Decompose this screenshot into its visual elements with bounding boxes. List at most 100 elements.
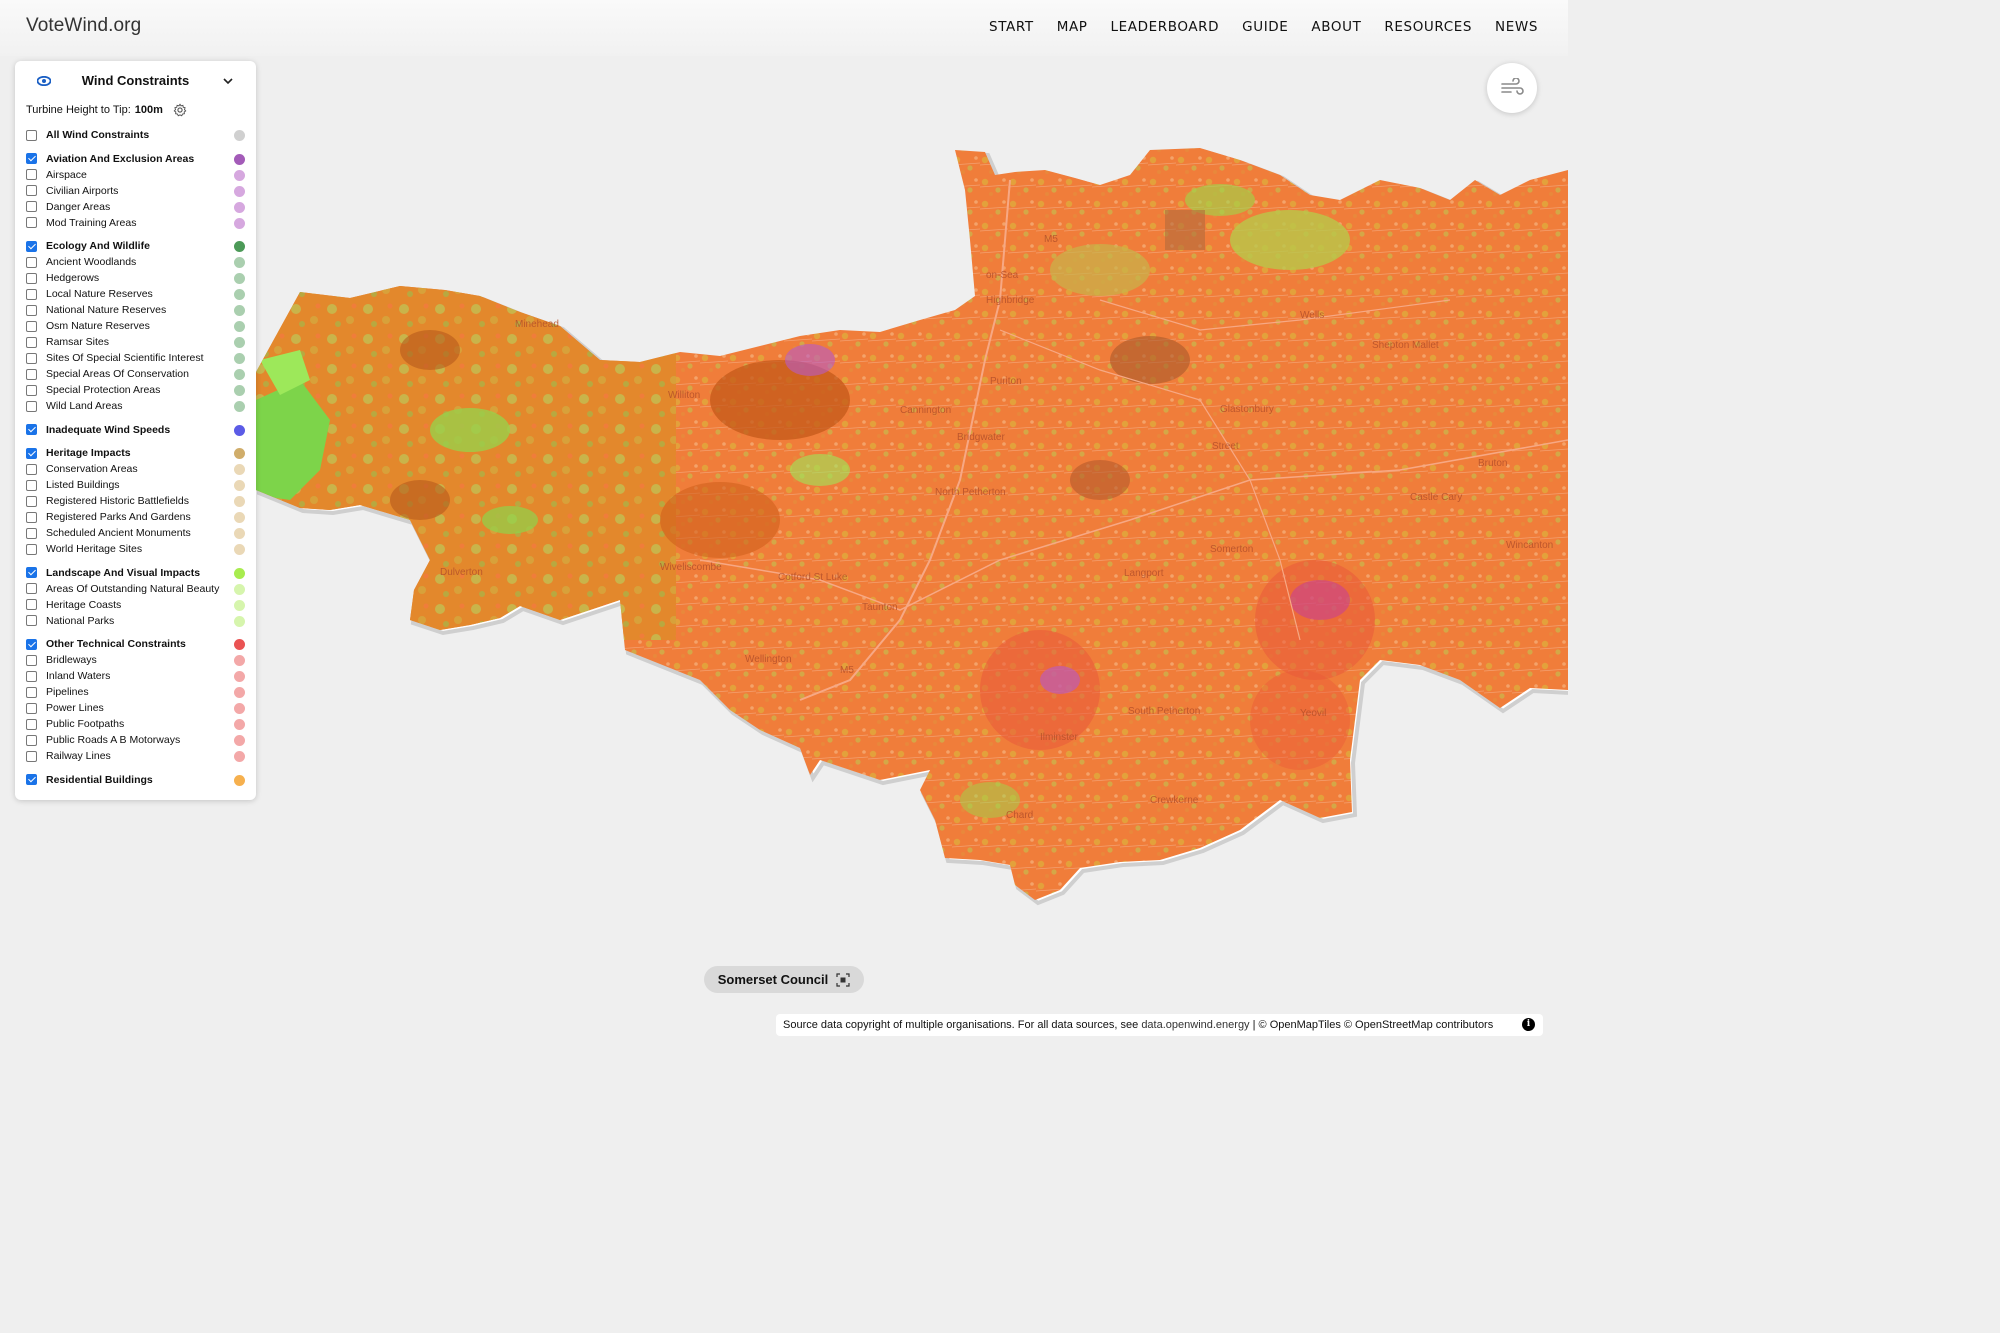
- constraint-checkbox[interactable]: [26, 567, 37, 578]
- constraint-item[interactable]: Railway Lines: [26, 748, 245, 764]
- constraint-checkbox[interactable]: [26, 217, 37, 228]
- constraint-checkbox[interactable]: [26, 638, 37, 650]
- constraint-checkbox[interactable]: [26, 368, 37, 380]
- constraint-checkbox[interactable]: [26, 615, 37, 626]
- constraint-checkbox[interactable]: [26, 734, 37, 746]
- focus-icon[interactable]: [836, 972, 850, 987]
- constraint-item[interactable]: Scheduled Ancient Monuments: [26, 525, 245, 541]
- constraint-item[interactable]: Sites Of Special Scientific Interest: [26, 350, 245, 366]
- constraint-checkbox[interactable]: [26, 153, 37, 164]
- constraint-checkbox[interactable]: [26, 463, 37, 475]
- constraint-checkbox[interactable]: [26, 288, 37, 300]
- nav-news[interactable]: NEWS: [1495, 19, 1538, 35]
- constraint-item[interactable]: National Nature Reserves: [26, 302, 245, 318]
- constraint-group[interactable]: Residential Buildings: [26, 772, 245, 788]
- constraint-checkbox[interactable]: [26, 718, 37, 730]
- wind-layer-button[interactable]: [1487, 63, 1537, 113]
- nav-about[interactable]: ABOUT: [1311, 19, 1361, 35]
- constraint-item[interactable]: Public Footpaths: [26, 716, 245, 732]
- constraint-item[interactable]: Pipelines: [26, 684, 245, 700]
- constraint-checkbox[interactable]: [26, 240, 37, 252]
- constraint-checkbox[interactable]: [26, 774, 37, 785]
- constraint-checkbox[interactable]: [26, 201, 37, 212]
- constraint-group[interactable]: All Wind Constraints: [26, 127, 245, 143]
- constraint-item[interactable]: Registered Historic Battlefields: [26, 493, 245, 509]
- constraint-checkbox[interactable]: [26, 702, 37, 714]
- wind-icon: [1501, 78, 1524, 95]
- constraint-checkbox[interactable]: [26, 599, 37, 610]
- constraint-checkbox[interactable]: [26, 670, 37, 682]
- constraint-checkbox[interactable]: [26, 400, 37, 412]
- constraint-item[interactable]: Osm Nature Reserves: [26, 318, 245, 334]
- constraint-group[interactable]: Inadequate Wind Speeds: [26, 422, 245, 438]
- constraint-checkbox[interactable]: [26, 384, 37, 396]
- nav-resources[interactable]: RESOURCES: [1384, 19, 1472, 35]
- constraint-checkbox[interactable]: [26, 654, 37, 666]
- constraint-item[interactable]: Civilian Airports: [26, 183, 245, 199]
- constraint-checkbox[interactable]: [26, 185, 37, 196]
- constraint-item[interactable]: Inland Waters: [26, 668, 245, 684]
- constraint-item[interactable]: Areas Of Outstanding Natural Beauty: [26, 581, 245, 597]
- constraint-item[interactable]: Danger Areas: [26, 199, 245, 215]
- constraint-group[interactable]: Heritage Impacts: [26, 445, 245, 461]
- constraint-checkbox[interactable]: [26, 543, 37, 555]
- constraint-checkbox[interactable]: [26, 583, 37, 594]
- constraint-checkbox[interactable]: [26, 447, 37, 459]
- site-logo[interactable]: VoteWind.org: [26, 15, 141, 37]
- constraint-item[interactable]: Power Lines: [26, 700, 245, 716]
- nav-leaderboard[interactable]: LEADERBOARD: [1111, 19, 1220, 35]
- nav-guide[interactable]: GUIDE: [1242, 19, 1288, 35]
- constraint-checkbox[interactable]: [26, 169, 37, 180]
- constraint-checkbox[interactable]: [26, 256, 37, 268]
- council-selector[interactable]: Somerset Council: [704, 966, 864, 993]
- constraint-checkbox[interactable]: [26, 479, 37, 491]
- constraint-item[interactable]: Mod Training Areas: [26, 215, 245, 231]
- gear-icon[interactable]: [173, 103, 187, 117]
- constraint-checkbox[interactable]: [26, 336, 37, 348]
- constraint-checkbox[interactable]: [26, 272, 37, 284]
- constraint-item[interactable]: Ancient Woodlands: [26, 254, 245, 270]
- constraint-checkbox[interactable]: [26, 304, 37, 316]
- constraint-checkbox[interactable]: [26, 686, 37, 698]
- constraint-item[interactable]: Special Protection Areas: [26, 382, 245, 398]
- constraint-group[interactable]: Ecology And Wildlife: [26, 238, 245, 254]
- chevron-down-icon[interactable]: [223, 77, 233, 85]
- constraint-item[interactable]: Conservation Areas: [26, 461, 245, 477]
- constraint-item-label: Public Footpaths: [46, 718, 125, 730]
- constraint-group[interactable]: Aviation And Exclusion Areas: [26, 151, 245, 167]
- constraint-item[interactable]: Heritage Coasts: [26, 597, 245, 613]
- info-icon[interactable]: i: [1522, 1018, 1535, 1031]
- constraint-checkbox[interactable]: [26, 527, 37, 539]
- nav-start[interactable]: START: [989, 19, 1034, 35]
- constraint-checkbox[interactable]: [26, 750, 37, 762]
- constraint-item[interactable]: Airspace: [26, 167, 245, 183]
- constraint-checkbox[interactable]: [26, 424, 37, 435]
- constraint-checkbox[interactable]: [26, 320, 37, 332]
- constraint-item[interactable]: Public Roads A B Motorways: [26, 732, 245, 748]
- constraint-checkbox[interactable]: [26, 495, 37, 507]
- constraint-item[interactable]: Wild Land Areas: [26, 398, 245, 414]
- constraint-item[interactable]: Registered Parks And Gardens: [26, 509, 245, 525]
- map-label: Wiveliscombe: [660, 562, 722, 573]
- constraint-item-label: Civilian Airports: [46, 184, 119, 197]
- attribution-link[interactable]: data.openwind.energy: [1141, 1019, 1249, 1031]
- constraint-item[interactable]: Listed Buildings: [26, 477, 245, 493]
- wind-constraints-panel: Wind Constraints Turbine Height to Tip: …: [15, 61, 256, 800]
- legend-dot: [234, 751, 245, 762]
- constraint-item[interactable]: World Heritage Sites: [26, 541, 245, 557]
- constraint-group[interactable]: Landscape And Visual Impacts: [26, 565, 245, 581]
- constraint-item[interactable]: Local Nature Reserves: [26, 286, 245, 302]
- constraint-item[interactable]: Bridleways: [26, 652, 245, 668]
- constraint-item[interactable]: Hedgerows: [26, 270, 245, 286]
- constraint-item[interactable]: National Parks: [26, 613, 245, 629]
- constraint-item-label: Osm Nature Reserves: [46, 320, 150, 332]
- legend-dot: [234, 735, 245, 746]
- constraint-checkbox[interactable]: [26, 511, 37, 523]
- constraint-group[interactable]: Other Technical Constraints: [26, 636, 245, 652]
- constraint-item[interactable]: Special Areas Of Conservation: [26, 366, 245, 382]
- constraint-item[interactable]: Ramsar Sites: [26, 334, 245, 350]
- nav-map[interactable]: MAP: [1057, 19, 1088, 35]
- constraint-item-label: Registered Historic Battlefields: [46, 495, 189, 507]
- constraint-checkbox[interactable]: [26, 129, 37, 141]
- constraint-checkbox[interactable]: [26, 352, 37, 364]
